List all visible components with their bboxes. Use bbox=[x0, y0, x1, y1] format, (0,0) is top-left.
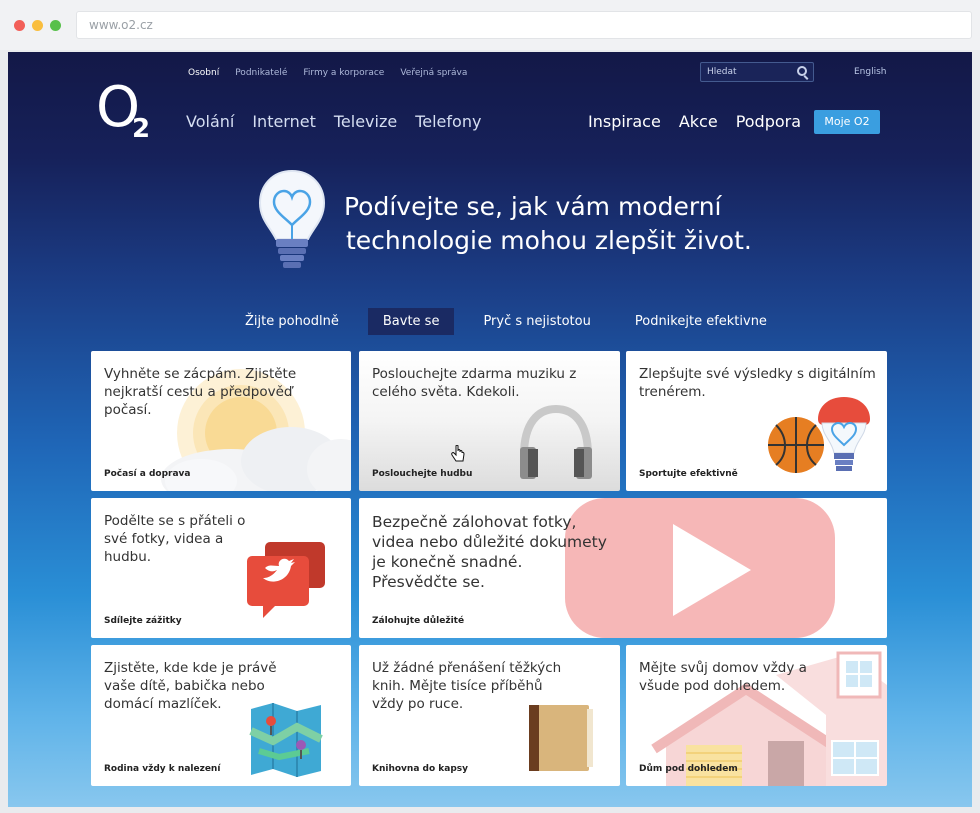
nav-podpora[interactable]: Podpora bbox=[736, 112, 801, 131]
search-icon[interactable] bbox=[797, 66, 807, 76]
browser-chrome: www.o2.cz bbox=[0, 0, 980, 50]
page-viewport: O 2 Osobní Podnikatelé Firmy a korporace… bbox=[8, 52, 972, 807]
card-weather-traffic[interactable]: Vyhněte se zácpám. Zjistěte nejkratší ce… bbox=[91, 351, 351, 491]
maximize-window-button[interactable] bbox=[50, 20, 61, 31]
card-label: Zálohujte důležité bbox=[372, 616, 465, 626]
tab-podnikejte-efektivne[interactable]: Podnikejte efektivne bbox=[620, 308, 782, 335]
main-nav: Volání Internet Televize Telefony bbox=[186, 112, 481, 131]
headphones-icon bbox=[520, 404, 592, 479]
search-input[interactable]: Hledat bbox=[700, 62, 814, 82]
card-family[interactable]: Zjistěte, kde kde je právě vaše dítě, ba… bbox=[91, 645, 351, 786]
language-link[interactable]: English bbox=[854, 67, 887, 77]
card-label: Sportujte efektivně bbox=[639, 469, 738, 479]
hand-cursor-icon bbox=[451, 445, 465, 462]
card-library[interactable]: Už žádné přenášení těžkých knih. Mějte t… bbox=[359, 645, 620, 786]
card-label: Dům pod dohledem bbox=[639, 764, 738, 774]
o2-logo[interactable]: O 2 bbox=[96, 80, 150, 145]
nav-inspirace[interactable]: Inspirace bbox=[588, 112, 661, 131]
lightbulb-icon bbox=[258, 169, 326, 268]
card-backup[interactable]: Bezpečně zálohovat fotky, videa nebo důl… bbox=[359, 498, 887, 638]
segment-firmy[interactable]: Firmy a korporace bbox=[303, 68, 384, 78]
card-label: Rodina vždy k nalezení bbox=[104, 764, 221, 774]
card-title: Poslouchejte zdarma muziku z celého svět… bbox=[372, 366, 577, 400]
tab-pryc-s-nejistotou[interactable]: Pryč s nejistotou bbox=[468, 308, 605, 335]
card-title: Bezpečně zálohovat fotky, videa nebo důl… bbox=[372, 513, 607, 591]
category-tabs: Žijte pohodlně Bavte se Pryč s nejistoto… bbox=[230, 308, 796, 335]
card-label: Počasí a doprava bbox=[104, 469, 191, 479]
nav-televize[interactable]: Televize bbox=[334, 112, 397, 131]
card-title: Podělte se s přáteli o své fotky, videa … bbox=[104, 513, 246, 565]
search-placeholder: Hledat bbox=[707, 67, 737, 77]
card-label: Knihovna do kapsy bbox=[372, 764, 469, 774]
nav-akce[interactable]: Akce bbox=[679, 112, 718, 131]
basketball-bulb-icon bbox=[768, 397, 870, 473]
card-title: Zlepšujte své výsledky s digitálním tren… bbox=[639, 366, 876, 400]
secondary-nav: Inspirace Akce Podpora bbox=[588, 112, 801, 131]
hero-headline: Podívejte se, jak vám moderní technologi… bbox=[344, 190, 752, 258]
hero-line-2: technologie mohou zlepšit život. bbox=[346, 226, 752, 255]
twitter-bubble-icon bbox=[247, 542, 325, 618]
card-title: Vyhněte se zácpám. Zjistěte nejkratší ce… bbox=[104, 366, 297, 418]
card-label: Sdílejte zážitky bbox=[104, 616, 182, 626]
hero-line-1: Podívejte se, jak vám moderní bbox=[344, 192, 722, 221]
segment-osobni[interactable]: Osobní bbox=[188, 68, 219, 78]
card-sport[interactable]: Zlepšujte své výsledky s digitálním tren… bbox=[626, 351, 887, 491]
segment-verejna-sprava[interactable]: Veřejná správa bbox=[400, 68, 467, 78]
card-music[interactable]: Poslouchejte zdarma muziku z celého svět… bbox=[359, 351, 620, 491]
moje-o2-button[interactable]: Moje O2 bbox=[814, 110, 880, 134]
tab-bavte-se[interactable]: Bavte se bbox=[367, 308, 455, 335]
segment-podnikatele[interactable]: Podnikatelé bbox=[235, 68, 287, 78]
card-home[interactable]: Mějte svůj domov vždy a všude pod dohled… bbox=[626, 645, 887, 786]
nav-internet[interactable]: Internet bbox=[252, 112, 316, 131]
tab-zijte-pohodlne[interactable]: Žijte pohodlně bbox=[230, 308, 354, 335]
card-title: Mějte svůj domov vždy a všude pod dohled… bbox=[639, 660, 807, 694]
minimize-window-button[interactable] bbox=[32, 20, 43, 31]
book-icon bbox=[529, 705, 593, 771]
card-label: Poslouchejte hudbu bbox=[372, 469, 473, 479]
nav-volani[interactable]: Volání bbox=[186, 112, 234, 131]
address-bar[interactable]: www.o2.cz bbox=[76, 11, 972, 39]
card-sharing[interactable]: Podělte se s přáteli o své fotky, videa … bbox=[91, 498, 351, 638]
card-title: Zjistěte, kde kde je právě vaše dítě, ba… bbox=[104, 660, 277, 712]
card-title: Už žádné přenášení těžkých knih. Mějte t… bbox=[372, 660, 562, 712]
close-window-button[interactable] bbox=[14, 20, 25, 31]
logo-digit: 2 bbox=[132, 114, 151, 144]
segment-nav: Osobní Podnikatelé Firmy a korporace Veř… bbox=[188, 68, 467, 78]
nav-telefony[interactable]: Telefony bbox=[415, 112, 481, 131]
